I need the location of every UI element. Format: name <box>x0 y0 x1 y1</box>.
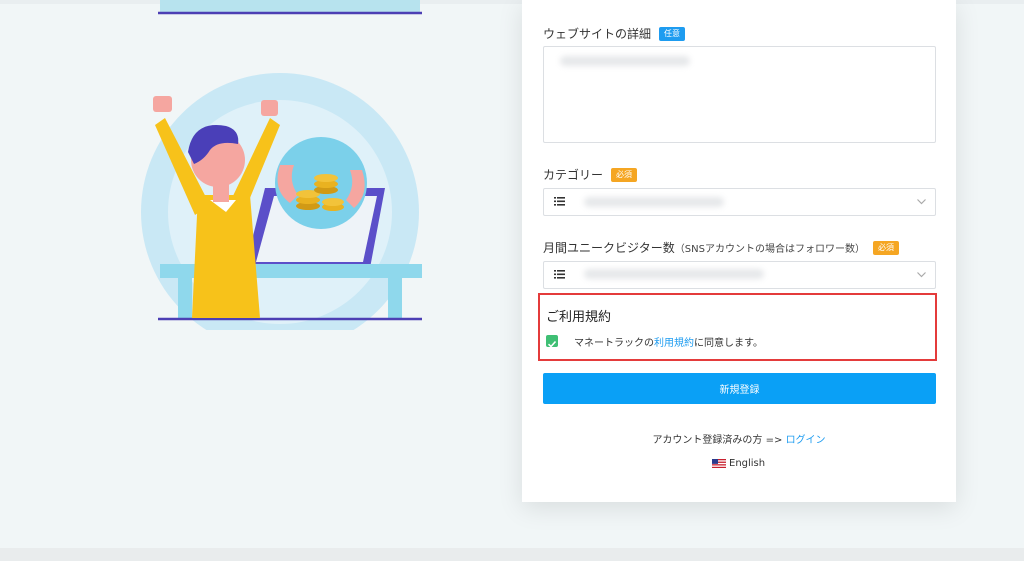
monthly-visitors-select[interactable] <box>543 261 936 289</box>
chevron-down-icon <box>917 199 926 205</box>
monthly-visitors-label: 月間ユニークビジター数 （SNSアカウントの場合はフォロワー数） 必須 <box>543 239 899 256</box>
language-label: English <box>729 458 766 469</box>
terms-title: ご利用規約 <box>546 310 612 325</box>
bottom-strip <box>0 548 1024 561</box>
login-link[interactable]: ログイン <box>786 435 826 446</box>
checkmark-icon <box>547 340 557 348</box>
list-icon <box>554 197 565 206</box>
registration-form-card: ウェブサイトの詳細 任意 カテゴリー 必須 月間ユニークビジター数 （SNSアカ… <box>522 0 956 502</box>
language-switcher[interactable]: English <box>712 458 765 469</box>
website-details-label: ウェブサイトの詳細 任意 <box>543 25 686 42</box>
us-flag-icon <box>712 459 726 468</box>
category-select[interactable] <box>543 188 936 216</box>
required-badge: 必須 <box>872 240 899 255</box>
terms-checkbox[interactable] <box>546 335 558 348</box>
list-icon <box>554 270 565 279</box>
monthly-visitors-note: （SNSアカウントの場合はフォロワー数） <box>674 244 865 255</box>
terms-link[interactable]: 利用規約 <box>654 338 694 349</box>
terms-agreement-text: マネートラックの利用規約に同意します。 <box>574 338 763 349</box>
required-badge: 必須 <box>611 167 638 182</box>
login-prompt: アカウント登録済みの方 => ログイン <box>652 435 826 446</box>
register-button[interactable]: 新規登録 <box>543 373 936 404</box>
optional-badge: 任意 <box>659 26 686 41</box>
chevron-down-icon <box>917 272 926 278</box>
terms-section: ご利用規約 マネートラックの利用規約に同意します。 <box>538 293 937 361</box>
celebration-illustration <box>141 0 422 330</box>
website-details-textarea[interactable] <box>543 46 936 143</box>
category-label: カテゴリー 必須 <box>543 166 638 183</box>
